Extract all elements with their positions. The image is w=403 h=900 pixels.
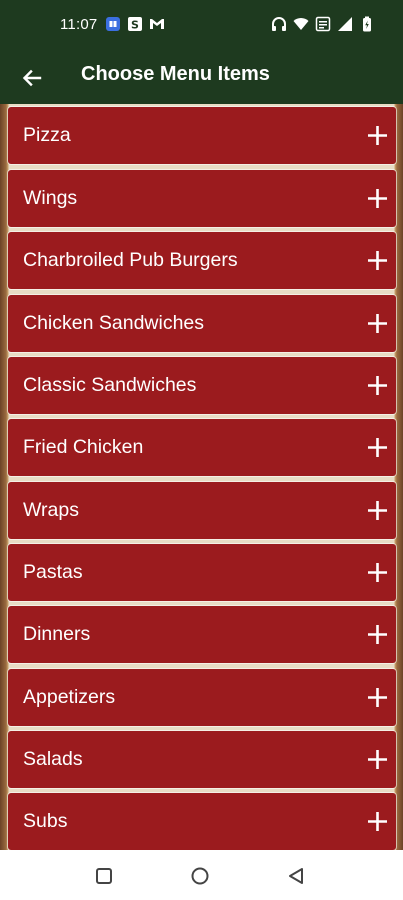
menu-content[interactable]: Pizza Wings Charbroiled Pub Burgers Chic… — [0, 104, 403, 850]
plus-icon[interactable] — [367, 624, 388, 645]
menu-item-subs[interactable]: Subs — [8, 793, 396, 850]
menu-item-label: Salads — [23, 748, 83, 770]
menu-item-label: Pizza — [23, 124, 71, 146]
volte-icon — [315, 16, 331, 32]
plus-icon[interactable] — [367, 749, 388, 770]
menu-item-label: Chicken Sandwiches — [23, 312, 205, 334]
headphones-icon — [271, 16, 287, 32]
plus-icon[interactable] — [367, 375, 388, 396]
plus-icon[interactable] — [367, 188, 388, 209]
menu-item-label: Pastas — [23, 561, 83, 583]
menu-item-label: Subs — [23, 810, 68, 832]
plus-icon[interactable] — [367, 125, 388, 146]
menu-item-classic-sandwiches[interactable]: Classic Sandwiches — [8, 357, 396, 414]
plus-icon[interactable] — [367, 500, 388, 521]
menu-item-dinners[interactable]: Dinners — [8, 606, 396, 663]
plus-icon[interactable] — [367, 687, 388, 708]
plus-icon[interactable] — [367, 250, 388, 271]
header: 11:07 S Choose Menu Items — [0, 0, 403, 104]
app-notification-icon — [105, 16, 121, 32]
recents-button[interactable] — [93, 865, 115, 887]
page-title: Choose Menu Items — [81, 63, 270, 85]
menu-item-label: Dinners — [23, 623, 91, 645]
plus-icon[interactable] — [367, 437, 388, 458]
nav-back-button[interactable] — [285, 865, 307, 887]
home-circle-icon — [191, 867, 209, 885]
arrow-left-icon — [22, 69, 42, 87]
recents-square-icon — [96, 868, 112, 884]
menu-item-pastas[interactable]: Pastas — [8, 544, 396, 601]
s-app-icon: S — [127, 16, 143, 32]
battery-icon — [359, 16, 375, 32]
menu-item-salads[interactable]: Salads — [8, 731, 396, 788]
menu-item-label: Charbroiled Pub Burgers — [23, 249, 238, 271]
app-bar: Choose Menu Items — [0, 52, 403, 104]
menu-item-fried-chicken[interactable]: Fried Chicken — [8, 419, 396, 476]
back-triangle-icon — [289, 868, 303, 884]
menu-item-label: Wraps — [23, 499, 79, 521]
plus-icon[interactable] — [367, 811, 388, 832]
menu-item-label: Wings — [23, 187, 78, 209]
status-bar: 11:07 S — [0, 0, 403, 52]
back-button[interactable] — [16, 62, 48, 94]
wifi-icon — [293, 16, 309, 32]
menu-item-wraps[interactable]: Wraps — [8, 482, 396, 539]
system-nav-bar — [0, 850, 403, 900]
signal-icon — [337, 16, 353, 32]
gmail-icon — [149, 16, 165, 32]
menu-item-pizza[interactable]: Pizza — [8, 107, 396, 164]
menu-item-label: Appetizers — [23, 686, 116, 708]
menu-item-wings[interactable]: Wings — [8, 170, 396, 227]
menu-item-charbroiled-pub-burgers[interactable]: Charbroiled Pub Burgers — [8, 232, 396, 289]
menu-item-label: Classic Sandwiches — [23, 374, 197, 396]
plus-icon[interactable] — [367, 313, 388, 334]
status-right-icons — [271, 16, 375, 32]
status-time: 11:07 — [60, 16, 98, 33]
home-button[interactable] — [189, 865, 211, 887]
plus-icon[interactable] — [367, 562, 388, 583]
menu-item-chicken-sandwiches[interactable]: Chicken Sandwiches — [8, 295, 396, 352]
status-left-icons: S — [105, 16, 165, 32]
svg-text:S: S — [131, 19, 139, 32]
menu-item-appetizers[interactable]: Appetizers — [8, 669, 396, 726]
menu-item-label: Fried Chicken — [23, 436, 144, 458]
